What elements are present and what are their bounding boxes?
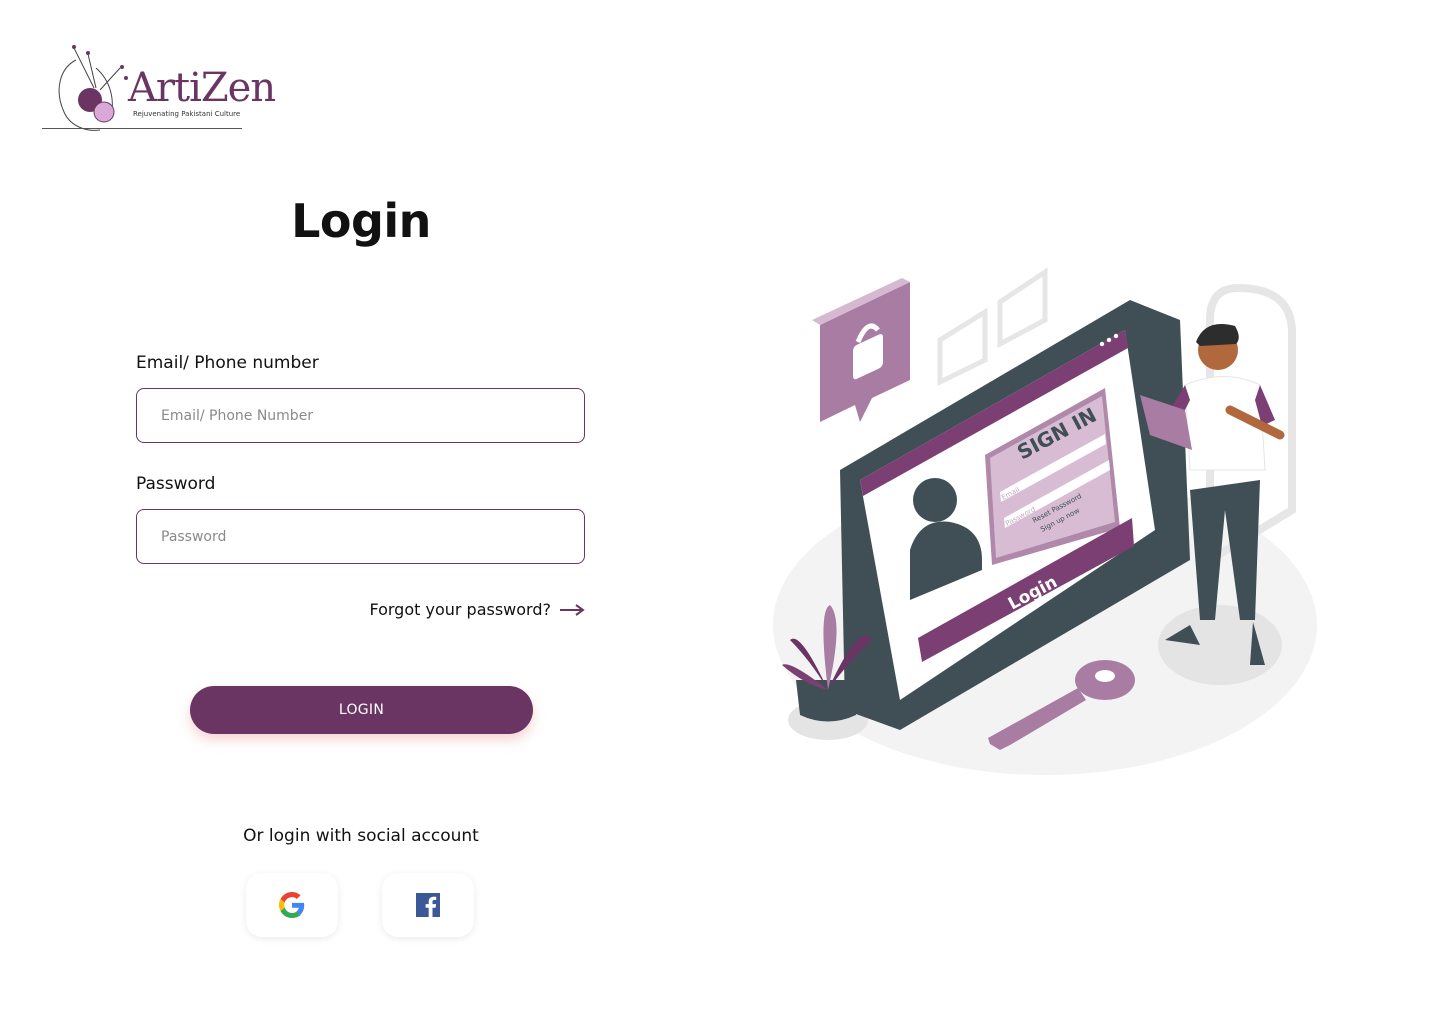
- email-label: Email/ Phone number: [136, 353, 319, 373]
- logo-underline: [42, 128, 242, 129]
- arrow-right-icon: [560, 603, 585, 616]
- google-login-button[interactable]: [246, 873, 338, 937]
- page-title: Login: [291, 194, 431, 248]
- google-icon: [279, 892, 305, 918]
- facebook-icon: [416, 893, 440, 917]
- login-button[interactable]: LOGIN: [190, 686, 533, 734]
- brand-logo[interactable]: ArtiZen Rejuvenating Pakistani Culture: [40, 40, 280, 140]
- picture-frame-icon: [937, 307, 988, 387]
- picture-frame-icon-2: [997, 267, 1048, 349]
- email-field[interactable]: [137, 389, 584, 442]
- password-label: Password: [136, 474, 216, 494]
- password-field-wrapper: [136, 509, 585, 564]
- email-field-wrapper: [136, 388, 585, 443]
- lock-icon: [812, 278, 910, 422]
- facebook-login-button[interactable]: [382, 873, 474, 937]
- brand-name: ArtiZen: [128, 65, 276, 111]
- forgot-password-link[interactable]: Forgot your password?: [369, 600, 585, 619]
- forgot-password-label: Forgot your password?: [369, 600, 551, 619]
- login-illustration: SIGN IN Email Password Reset Password Si…: [760, 260, 1320, 790]
- brand-tagline: Rejuvenating Pakistani Culture: [133, 110, 241, 118]
- social-login-heading: Or login with social account: [243, 826, 479, 846]
- password-field[interactable]: [137, 510, 584, 563]
